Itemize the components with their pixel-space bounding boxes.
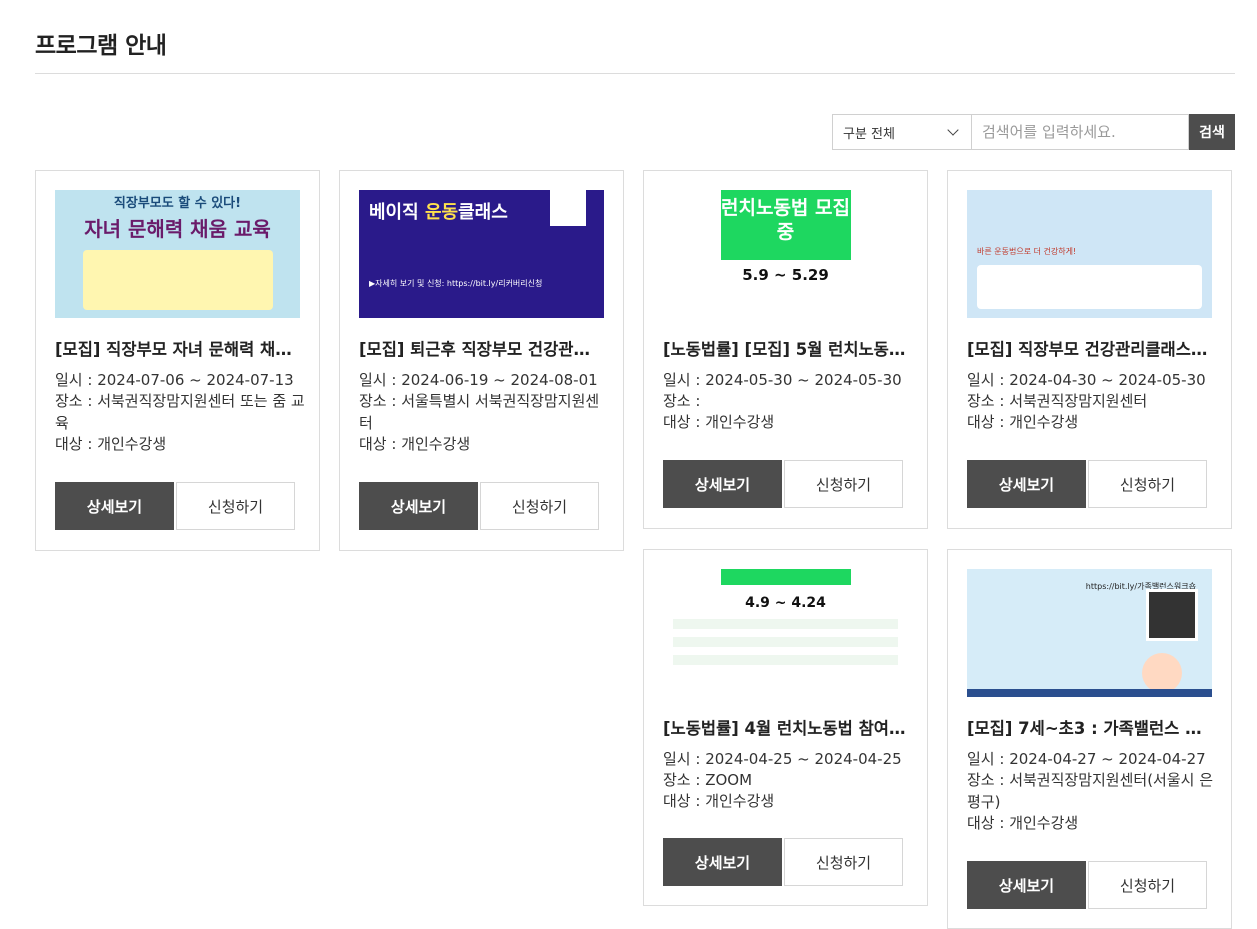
program-thumbnail[interactable]: 바른 운동법으로 더 건강하게!	[967, 190, 1212, 318]
card-info: 일시 : 2024-04-25 ~ 2024-04-25 장소 : ZOOM 대…	[663, 748, 913, 811]
apply-button[interactable]: 신청하기	[1088, 460, 1207, 508]
card-info: 일시 : 2024-05-30 ~ 2024-05-30 장소 : 대상 : 개…	[663, 369, 913, 432]
card-title[interactable]: [노동법률] 4월 런치노동법 참여자 모집	[663, 715, 909, 739]
program-thumbnail[interactable]: https://bit.ly/가족밸런스워크숍	[967, 569, 1212, 697]
apply-button[interactable]: 신청하기	[784, 838, 903, 886]
card-title[interactable]: [노동법률] [모집] 5월 런치노동법 참여자 모집	[663, 336, 909, 360]
program-card: 런치노동법 모집중 5.9 ~ 5.29 [노동법률] [모집] 5월 런치노동…	[643, 170, 928, 529]
card-buttons: 상세보기 신청하기	[967, 861, 1207, 909]
card-info: 일시 : 2024-04-27 ~ 2024-04-27 장소 : 서북권직장맘…	[967, 748, 1217, 833]
thumbnail-date: 4.9 ~ 4.24	[745, 595, 826, 611]
card-title[interactable]: [모집] 7세~초3 : 가족밸런스 워크숍	[967, 715, 1213, 739]
qr-code-icon	[550, 190, 586, 226]
detail-button[interactable]: 상세보기	[663, 460, 782, 508]
card-target: 대상 : 개인수강생	[967, 413, 1079, 431]
category-select-value: 구분 전체	[843, 126, 895, 142]
apply-button[interactable]: 신청하기	[1088, 861, 1207, 909]
thumbnail-date: 5.9 ~ 5.29	[742, 266, 829, 284]
card-target: 대상 : 개인수강생	[663, 792, 775, 810]
card-target: 대상 : 개인수강생	[55, 435, 167, 453]
card-target: 대상 : 개인수강생	[967, 814, 1079, 832]
detail-button[interactable]: 상세보기	[663, 838, 782, 886]
thumbnail-text: 바른 운동법으로 더 건강하게!	[977, 247, 1077, 256]
card-buttons: 상세보기 신청하기	[663, 838, 903, 886]
program-card: 직장부모도 할 수 있다! 자녀 문해력 채움 교육 [모집] 직장부모 자녀 …	[35, 170, 320, 551]
thumbnail-graphic	[673, 655, 898, 665]
thumbnail-graphic	[977, 265, 1202, 309]
title-divider	[35, 73, 1235, 74]
thumbnail-graphic	[967, 689, 1212, 697]
card-title[interactable]: [모집] 퇴근후 직장부모 건강관리 클래스	[359, 336, 605, 360]
program-thumbnail[interactable]: 베이직 운동클래스 ▶자세히 보기 및 신청: https://bit.ly/리…	[359, 190, 604, 318]
detail-button[interactable]: 상세보기	[359, 482, 478, 530]
program-thumbnail[interactable]: 4.9 ~ 4.24	[663, 569, 908, 697]
program-thumbnail[interactable]: 런치노동법 모집중 5.9 ~ 5.29	[663, 190, 908, 318]
card-place: 장소 : 서북권직장맘지원센터 또는 줌 교육	[55, 392, 305, 432]
card-buttons: 상세보기 신청하기	[55, 482, 295, 530]
thumbnail-title: 자녀 문해력 채움 교육	[84, 217, 271, 241]
card-info: 일시 : 2024-07-06 ~ 2024-07-13 장소 : 서북권직장맘…	[55, 369, 305, 454]
card-title[interactable]: [모집] 직장부모 자녀 문해력 채움 교육	[55, 336, 301, 360]
card-info: 일시 : 2024-06-19 ~ 2024-08-01 장소 : 서울특별시 …	[359, 369, 609, 454]
program-card: 4.9 ~ 4.24 [노동법률] 4월 런치노동법 참여자 모집 일시 : 2…	[643, 549, 928, 906]
detail-button[interactable]: 상세보기	[967, 861, 1086, 909]
search-button[interactable]: 검색	[1189, 114, 1235, 150]
thumbnail-title: 런치노동법 모집중	[720, 190, 851, 260]
thumbnail-graphic	[673, 637, 898, 647]
card-info: 일시 : 2024-04-30 ~ 2024-05-30 장소 : 서북권직장맘…	[967, 369, 1217, 432]
card-date: 일시 : 2024-05-30 ~ 2024-05-30	[663, 371, 902, 389]
card-buttons: 상세보기 신청하기	[967, 460, 1207, 508]
card-place: 장소 : 서울특별시 서북권직장맘지원센터	[359, 392, 600, 432]
detail-button[interactable]: 상세보기	[55, 482, 174, 530]
apply-button[interactable]: 신청하기	[480, 482, 599, 530]
program-card: 베이직 운동클래스 ▶자세히 보기 및 신청: https://bit.ly/리…	[339, 170, 624, 551]
page-title: 프로그램 안내	[35, 33, 167, 59]
program-card: 바른 운동법으로 더 건강하게! [모집] 직장부모 건강관리클래스 참여자 모…	[947, 170, 1232, 529]
card-target: 대상 : 개인수강생	[359, 435, 471, 453]
card-buttons: 상세보기 신청하기	[663, 460, 903, 508]
card-place: 장소 : 서북권직장맘지원센터(서울시 은평구)	[967, 771, 1214, 811]
person-illustration	[1142, 653, 1182, 693]
card-target: 대상 : 개인수강생	[663, 413, 775, 431]
program-page: 프로그램 안내 구분 전체 검색 직장부모도 할 수 있다! 자녀 문해력 채움…	[0, 0, 1257, 929]
card-title[interactable]: [모집] 직장부모 건강관리클래스 참여자 모집	[967, 336, 1213, 360]
apply-button[interactable]: 신청하기	[784, 460, 903, 508]
chevron-down-icon	[947, 124, 959, 136]
search-bar: 구분 전체 검색	[832, 114, 1235, 150]
program-card: https://bit.ly/가족밸런스워크숍 [모집] 7세~초3 : 가족밸…	[947, 549, 1232, 929]
category-select[interactable]: 구분 전체	[832, 114, 972, 150]
apply-button[interactable]: 신청하기	[176, 482, 295, 530]
program-thumbnail[interactable]: 직장부모도 할 수 있다! 자녀 문해력 채움 교육	[55, 190, 300, 318]
thumbnail-graphic	[673, 619, 898, 629]
thumbnail-text: ▶자세히 보기 및 신청: https://bit.ly/리커버리신청	[369, 279, 543, 288]
thumbnail-text: 직장부모도 할 수 있다!	[113, 196, 242, 211]
card-buttons: 상세보기 신청하기	[359, 482, 599, 530]
thumbnail-graphic	[720, 569, 851, 585]
qr-code-icon	[1146, 589, 1198, 641]
thumbnail-graphic	[82, 250, 273, 310]
search-input[interactable]	[972, 114, 1189, 150]
detail-button[interactable]: 상세보기	[967, 460, 1086, 508]
